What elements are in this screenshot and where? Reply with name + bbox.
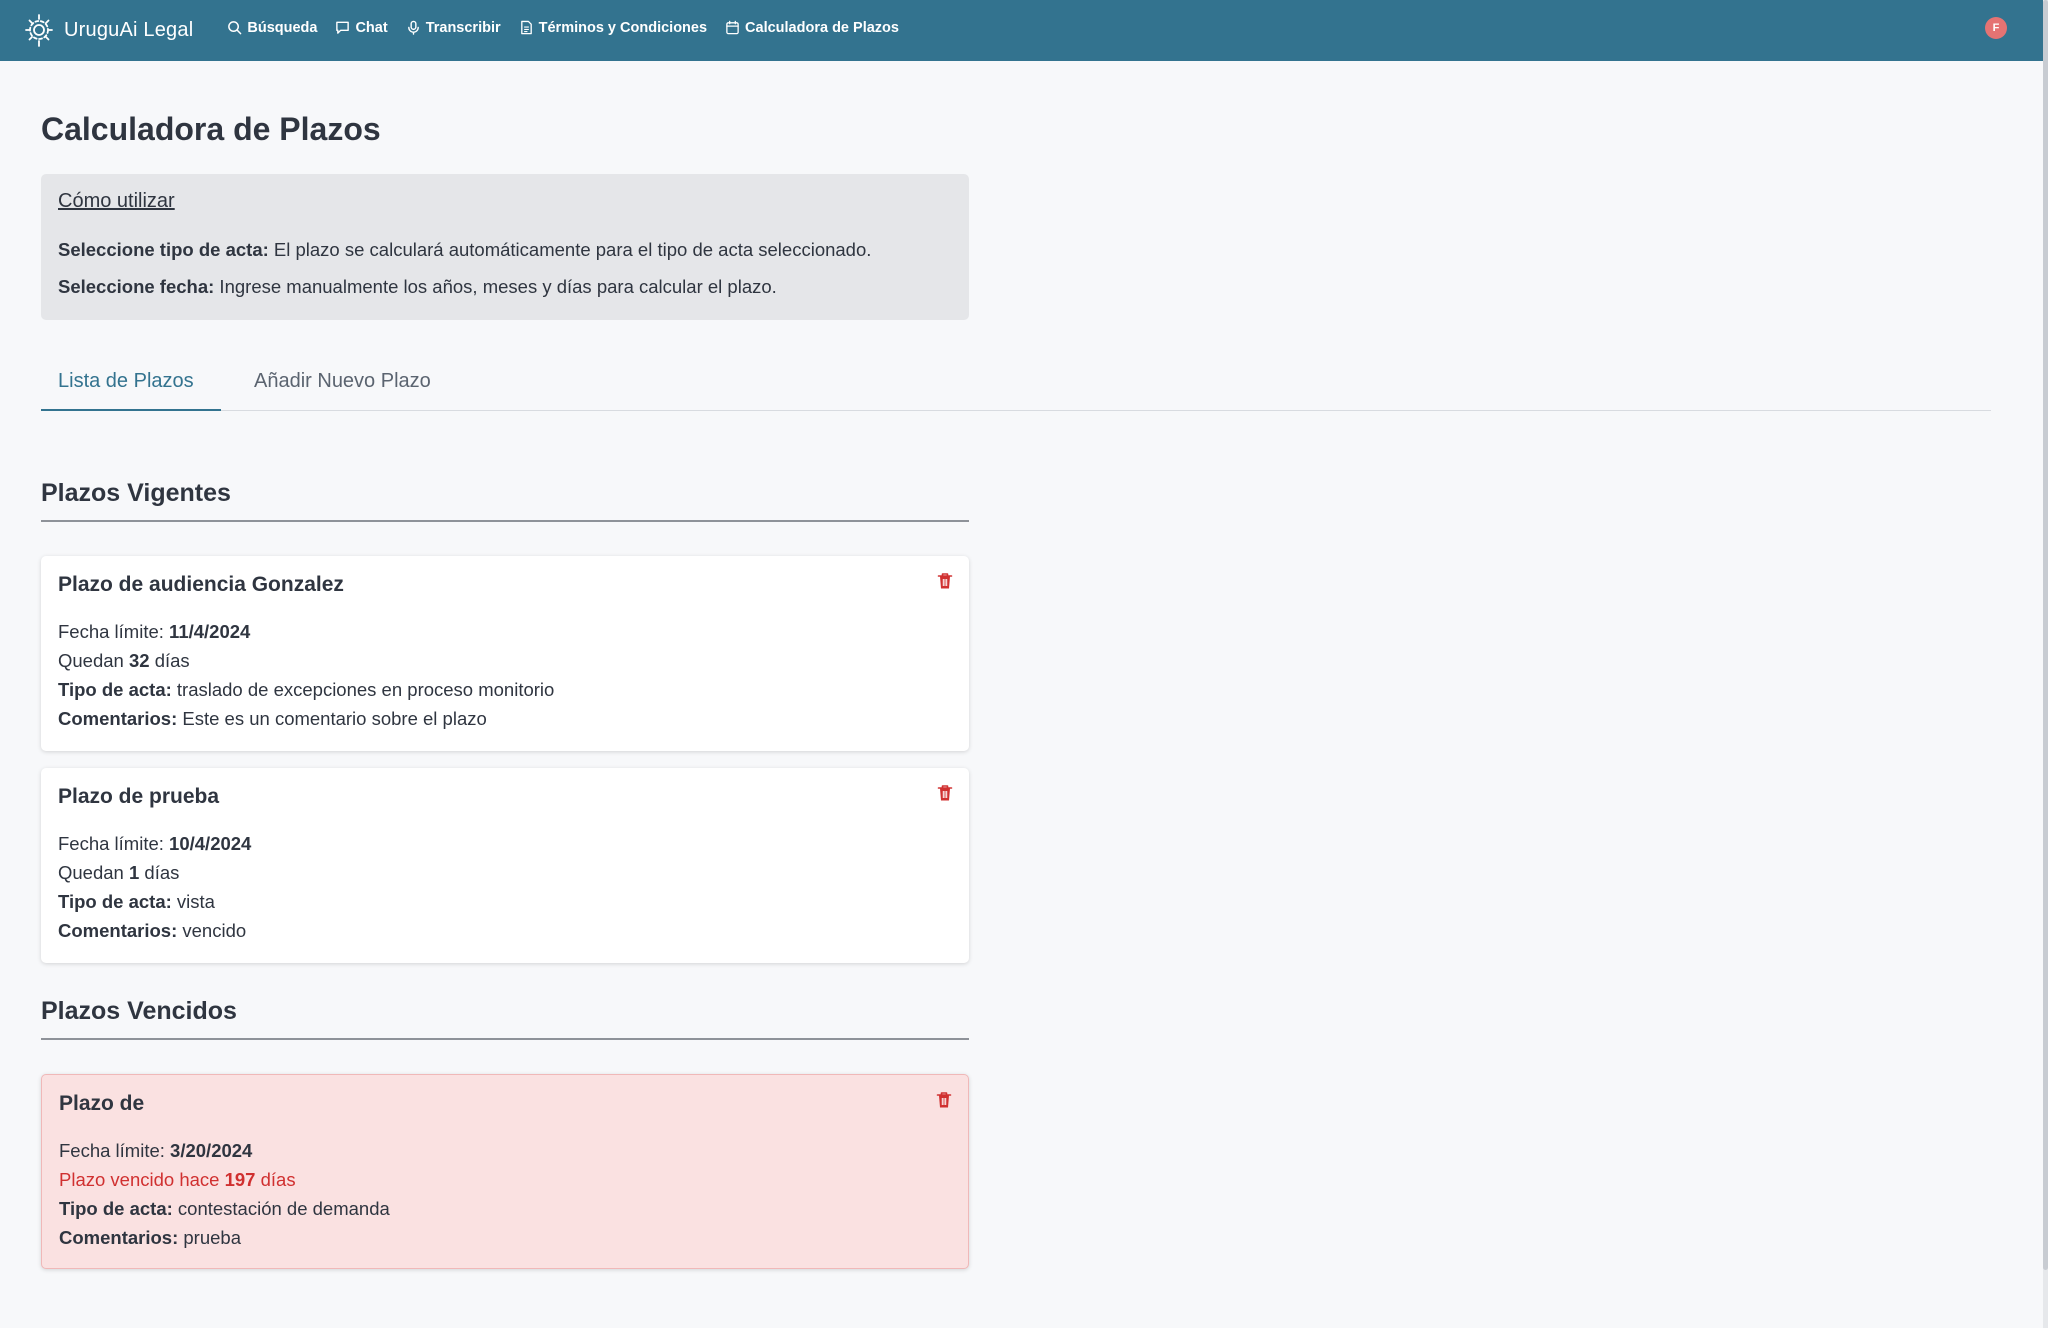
plazo-comentarios-label: Comentarios:: [59, 1227, 179, 1248]
plazo-card: Plazo de audiencia Gonzalez Fecha límite…: [41, 556, 969, 751]
top-navbar: UruguAi Legal Búsqueda Chat Transcribir …: [0, 0, 2043, 61]
active-tab-indicator: [41, 409, 221, 411]
info-line-tipo-label: Seleccione tipo de acta:: [58, 239, 269, 260]
plazo-card: Plazo de prueba Fecha límite: 10/4/2024 …: [41, 768, 969, 963]
nav-chat[interactable]: Chat: [335, 19, 388, 36]
microphone-icon: [407, 20, 419, 35]
tab-lista-de-plazos[interactable]: Lista de Plazos: [58, 370, 194, 393]
brand[interactable]: UruguAi Legal: [24, 13, 193, 49]
plazo-quedan-post: días: [139, 862, 180, 883]
section-vencidos: Plazos Vencidos: [41, 997, 1991, 1040]
plazo-comentarios-label: Comentarios:: [58, 708, 178, 729]
document-icon: [520, 20, 532, 35]
section-vigentes-title: Plazos Vigentes: [41, 479, 231, 507]
plazo-comentarios-value: Este es un comentario sobre el plazo: [177, 708, 487, 729]
nav-calculadora[interactable]: Calculadora de Plazos: [725, 20, 899, 36]
search-icon: [228, 21, 242, 35]
plazo-quedan-post: días: [149, 650, 190, 671]
section-vencidos-title: Plazos Vencidos: [41, 997, 237, 1025]
plazo-fecha: Fecha límite: 3/20/2024: [59, 1136, 951, 1165]
plazo-comentarios-value: vencido: [177, 920, 247, 941]
how-to-use-box: Cómo utilizar Seleccione tipo de acta: E…: [41, 174, 969, 320]
plazo-comentarios: Comentarios: vencido: [58, 916, 952, 945]
plazo-fecha-value: 11/4/2024: [169, 621, 251, 642]
plazo-vencido-status: Plazo vencido hace 197 días: [59, 1165, 951, 1194]
delete-trash-icon[interactable]: [937, 572, 953, 590]
section-vigentes: Plazos Vigentes: [41, 479, 1991, 522]
plazo-quedan: Quedan 1 días: [58, 858, 952, 887]
delete-trash-icon[interactable]: [936, 1091, 952, 1109]
plazo-comentarios-value: prueba: [178, 1227, 241, 1248]
plazo-tipo-label: Tipo de acta:: [58, 679, 172, 700]
calendar-icon: [726, 20, 739, 35]
plazo-tipo: Tipo de acta: vista: [58, 887, 952, 916]
info-line-tipo-text: El plazo se calculará automáticamente pa…: [268, 239, 872, 260]
plazo-comentarios-label: Comentarios:: [58, 920, 178, 941]
plazo-fecha-label: Fecha límite:: [58, 621, 170, 642]
nav-chat-label: Chat: [355, 19, 388, 36]
nav-transcribir-label: Transcribir: [425, 19, 501, 36]
plazo-quedan: Quedan 32 días: [58, 646, 952, 675]
nav-calculadora-label: Calculadora de Plazos: [745, 19, 899, 36]
plazo-title: Plazo de prueba: [58, 785, 220, 808]
plazo-fecha-label: Fecha límite:: [58, 833, 170, 854]
tab-anadir-nuevo-plazo[interactable]: Añadir Nuevo Plazo: [254, 370, 431, 393]
plazo-tipo-label: Tipo de acta:: [58, 891, 172, 912]
plazo-dias-value: 1: [128, 862, 140, 883]
plazo-tipo-value: contestación de demanda: [172, 1198, 390, 1219]
nav-transcribir[interactable]: Transcribir: [406, 20, 501, 36]
scrollbar-thumb[interactable]: [2043, 0, 2048, 1270]
main-content: Calculadora de Plazos Cómo utilizar Sele…: [41, 61, 1991, 1269]
section-divider: [41, 520, 969, 522]
plazo-card-expired: Plazo de Fecha límite: 3/20/2024 Plazo v…: [41, 1074, 969, 1269]
plazo-fecha: Fecha límite: 10/4/2024: [58, 829, 952, 858]
section-divider: [41, 1038, 969, 1040]
plazo-tipo: Tipo de acta: traslado de excepciones en…: [58, 675, 952, 704]
plazo-fecha-label: Fecha límite:: [59, 1140, 171, 1161]
plazo-comentarios: Comentarios: prueba: [59, 1223, 951, 1252]
plazo-title: Plazo de: [59, 1092, 145, 1115]
delete-trash-icon[interactable]: [937, 784, 953, 802]
plazo-fecha: Fecha límite: 11/4/2024: [58, 617, 952, 646]
scrollbar-track[interactable]: [2043, 0, 2048, 1328]
nav-busqueda[interactable]: Búsqueda: [227, 20, 317, 36]
plazo-fecha-value: 10/4/2024: [169, 833, 252, 854]
info-line-tipo: Seleccione tipo de acta: El plazo se cal…: [58, 231, 952, 268]
tab-bar: Lista de Plazos Añadir Nuevo Plazo: [41, 362, 1991, 411]
plazo-vencido-pre: Plazo vencido hace: [59, 1169, 225, 1190]
info-line-fecha-label: Seleccione fecha:: [58, 276, 215, 297]
plazo-title: Plazo de audiencia Gonzalez: [58, 573, 344, 596]
plazo-dias-value: 32: [128, 650, 150, 671]
plazo-quedan-pre: Quedan: [58, 650, 129, 671]
plazo-dias-value: 197: [224, 1169, 256, 1190]
chat-icon: [336, 21, 350, 34]
info-line-fecha: Seleccione fecha: Ingrese manualmente lo…: [58, 268, 952, 305]
plazo-vencido-post: días: [255, 1169, 296, 1190]
info-line-fecha-text: Ingrese manualmente los años, meses y dí…: [214, 276, 777, 297]
nav-terminos-label: Términos y Condiciones: [538, 19, 708, 36]
brand-logo-icon: [25, 13, 53, 47]
plazo-tipo-label: Tipo de acta:: [59, 1198, 173, 1219]
page-title: Calculadora de Plazos: [41, 111, 381, 147]
plazo-quedan-pre: Quedan: [58, 862, 129, 883]
plazo-tipo-value: vista: [171, 891, 215, 912]
brand-name: UruguAi Legal: [64, 19, 194, 41]
nav-terminos[interactable]: Términos y Condiciones: [519, 20, 707, 36]
user-avatar[interactable]: F: [1985, 17, 2007, 39]
how-to-use-title[interactable]: Cómo utilizar: [58, 190, 952, 213]
plazo-tipo-value: traslado de excepciones en proceso monit…: [171, 679, 555, 700]
plazo-fecha-value: 3/20/2024: [170, 1140, 253, 1161]
plazo-tipo: Tipo de acta: contestación de demanda: [59, 1194, 951, 1223]
nav-busqueda-label: Búsqueda: [247, 19, 318, 36]
plazo-comentarios: Comentarios: Este es un comentario sobre…: [58, 704, 952, 733]
